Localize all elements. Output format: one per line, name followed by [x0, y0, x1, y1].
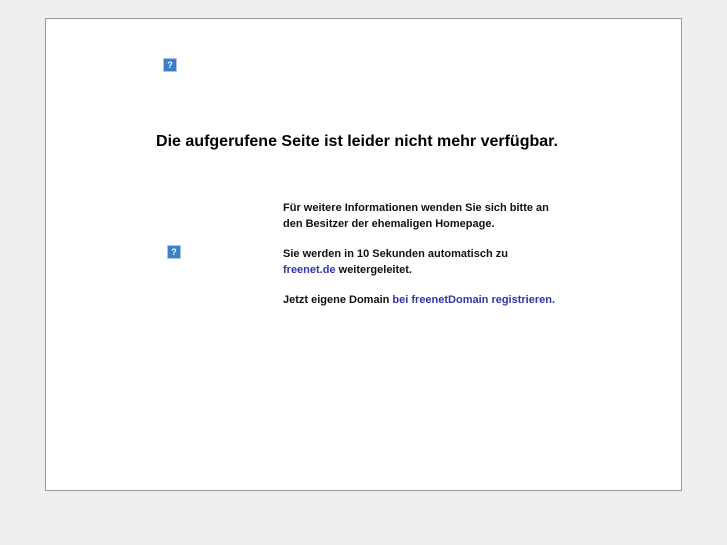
domain-label: Jetzt eigene Domain: [283, 294, 393, 306]
page-title: Die aufgerufene Seite ist leider nicht m…: [156, 133, 558, 150]
redirect-suffix: weitergeleitet.: [335, 264, 412, 276]
info-line-1: Für weitere Informationen wenden Sie sic…: [283, 202, 549, 214]
redirect-text: Sie werden in 10 Sekunden automatisch zu…: [283, 246, 508, 278]
redirect-line: Sie werden in 10 Sekunden automatisch zu: [283, 248, 508, 260]
freenet-link[interactable]: freenet.de: [283, 264, 336, 276]
info-line-2: den Besitzer der ehemaligen Homepage.: [283, 218, 495, 230]
register-domain-link[interactable]: bei freenetDomain registrieren.: [392, 294, 555, 306]
domain-text: Jetzt eigene Domain bei freenetDomain re…: [283, 292, 555, 308]
broken-image-icon: ?: [163, 58, 177, 72]
broken-image-icon: ?: [167, 245, 181, 259]
info-text: Für weitere Informationen wenden Sie sic…: [283, 200, 549, 232]
